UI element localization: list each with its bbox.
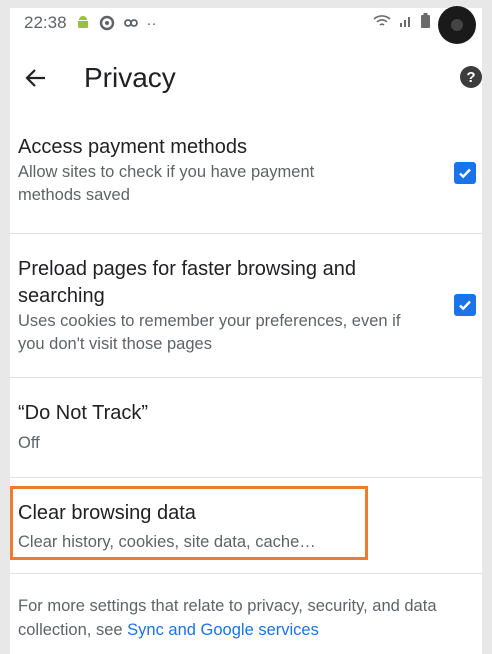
setting-title: Preload pages for faster browsing and se…	[18, 258, 356, 307]
setting-subtitle: Clear history, cookies, site data, cache…	[18, 533, 316, 551]
checkmark-icon	[459, 300, 471, 311]
arrow-left-icon	[25, 69, 45, 87]
setting-title: Clear browsing data	[18, 502, 196, 524]
payment-methods-checkbox[interactable]	[454, 162, 476, 184]
setting-subtitle: Allow sites to check if you have payment…	[18, 163, 315, 204]
link-icon	[123, 17, 139, 29]
status-bar: 22:38 ··	[10, 6, 482, 44]
signal-icon	[399, 13, 413, 33]
back-button[interactable]	[18, 60, 54, 96]
front-camera	[438, 6, 476, 44]
setting-clear-browsing-data[interactable]: Clear browsing data Clear history, cooki…	[10, 478, 482, 574]
status-right	[373, 6, 476, 44]
wifi-icon	[373, 13, 391, 33]
battery-icon	[421, 13, 430, 33]
setting-subtitle: Off	[18, 434, 40, 452]
setting-access-payment-methods[interactable]: Access payment methods Allow sites to ch…	[10, 122, 482, 234]
setting-do-not-track[interactable]: “Do Not Track” Off	[10, 378, 482, 478]
page-title: Privacy	[84, 62, 176, 93]
sync-google-services-link[interactable]: Sync and Google services	[127, 621, 319, 639]
app-bar: Privacy ?	[10, 50, 482, 106]
setting-preload-pages[interactable]: Preload pages for faster browsing and se…	[10, 234, 482, 378]
help-button[interactable]: ?	[460, 66, 482, 88]
preload-pages-checkbox[interactable]	[454, 294, 476, 316]
footer-note: For more settings that relate to privacy…	[18, 594, 478, 642]
checkmark-icon	[459, 168, 471, 179]
setting-title: Access payment methods	[18, 136, 247, 158]
sync-icon	[99, 15, 115, 31]
help-icon: ?	[466, 68, 476, 86]
android-icon	[75, 15, 91, 31]
more-notifications-icon: ··	[146, 14, 157, 32]
status-time: 22:38	[24, 13, 67, 32]
setting-subtitle: Uses cookies to remember your preference…	[18, 312, 401, 353]
setting-title: “Do Not Track”	[18, 402, 149, 424]
